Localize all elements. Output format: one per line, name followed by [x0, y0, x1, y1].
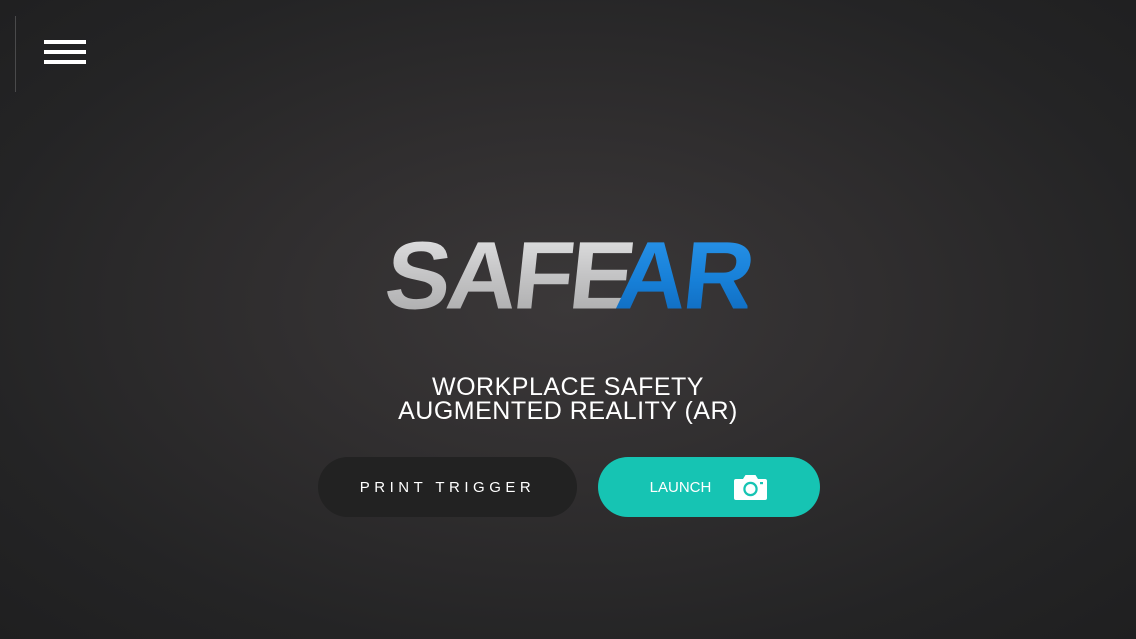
menu-bar-top [44, 40, 86, 44]
menu-bar-bottom [44, 60, 86, 64]
launch-label: LAUNCH [649, 478, 712, 496]
print-trigger-button[interactable]: PRINT TRIGGER [318, 457, 577, 517]
tagline-line-2: AUGMENTED REALITY (AR) [398, 397, 738, 425]
launch-button[interactable]: LAUNCH [598, 457, 820, 517]
hamburger-menu-icon[interactable] [40, 36, 90, 72]
app-logo: SAFEAR [0, 221, 1136, 329]
side-divider [15, 16, 16, 92]
logo-safe-text: SAFE [379, 221, 637, 329]
logo-ar-text: AR [611, 221, 757, 329]
camera-icon [734, 475, 768, 500]
menu-bar-middle [44, 50, 86, 54]
print-trigger-label: PRINT TRIGGER [359, 478, 536, 496]
